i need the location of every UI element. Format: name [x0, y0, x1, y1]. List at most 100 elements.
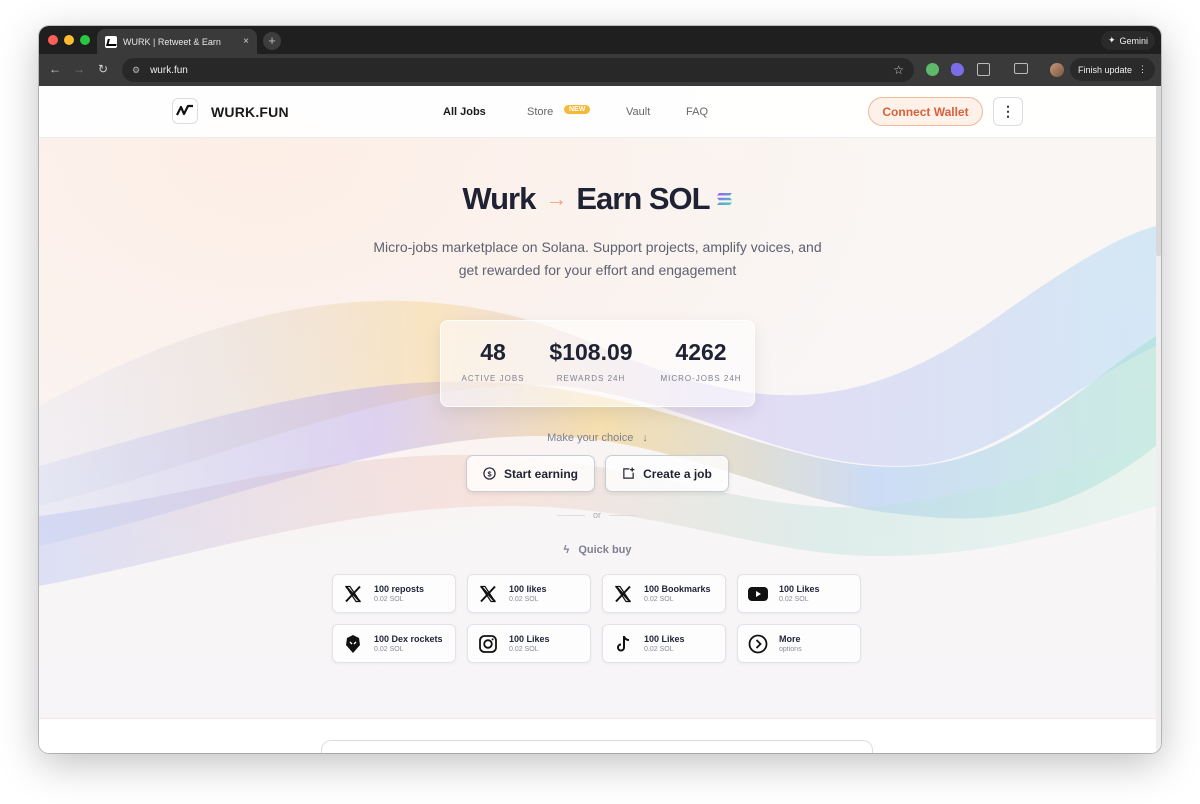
- hero-title-right: Earn SOL: [576, 181, 710, 216]
- quick-buy-x-likes[interactable]: 100 likes 0.02 SOL: [467, 574, 591, 613]
- quick-buy-title: 100 Likes: [644, 634, 685, 644]
- quick-buy-price: 0.02 SOL: [779, 596, 809, 603]
- extension-purple-icon[interactable]: [951, 63, 964, 76]
- stat-value: 48: [480, 339, 506, 365]
- gemini-label: Gemini: [1119, 35, 1148, 46]
- stat-micro-jobs-24h: 4262 MICRO-JOBS 24H: [651, 339, 751, 383]
- x-icon: [613, 584, 633, 604]
- stat-value: 4262: [675, 339, 727, 365]
- finish-update-button[interactable]: Finish update ⋮: [1069, 58, 1155, 81]
- quick-buy-price: 0.02 SOL: [509, 596, 539, 603]
- stat-label: MICRO-JOBS 24H: [660, 374, 742, 383]
- quick-buy-tiktok-likes[interactable]: 100 Likes 0.02 SOL: [602, 624, 726, 663]
- stats-card: 48 ACTIVE JOBS $108.09 REWARDS 24H 4262 …: [440, 320, 755, 407]
- nav-store[interactable]: Store: [527, 106, 553, 118]
- connect-wallet-button[interactable]: Connect Wallet: [868, 97, 983, 126]
- gemini-button[interactable]: ✦ Gemini: [1100, 31, 1155, 50]
- arrow-right-icon: →: [545, 186, 567, 211]
- x-icon: [343, 584, 363, 604]
- extension-green-icon[interactable]: [926, 63, 939, 76]
- make-choice-label: Make your choice: [547, 432, 634, 444]
- hero-title-left: Wurk: [462, 181, 536, 216]
- bookmark-star-icon[interactable]: ☆: [893, 63, 904, 77]
- youtube-icon: [748, 584, 768, 604]
- lightning-icon: ϟ: [563, 544, 570, 556]
- side-panel-icon[interactable]: [1014, 63, 1028, 74]
- close-window-button[interactable]: [48, 35, 58, 45]
- logo-text[interactable]: WURK.FUN: [211, 104, 289, 120]
- tab-title: WURK | Retweet & Earn: [123, 36, 221, 47]
- new-badge: NEW: [564, 105, 591, 114]
- sparkle-icon: ✦: [1107, 35, 1116, 45]
- stat-active-jobs: 48 ACTIVE JOBS: [453, 339, 533, 383]
- quick-buy-title: 100 reposts: [374, 584, 425, 594]
- minimize-window-button[interactable]: [64, 35, 74, 45]
- or-divider: or: [557, 510, 638, 520]
- browser-toolbar: ← → ↻ ⚙ wurk.fun ☆ Finish update ⋮: [39, 54, 1161, 86]
- quick-buy-title: 100 Bookmarks: [644, 584, 711, 594]
- lower-card: [321, 740, 873, 753]
- tiktok-icon: [613, 634, 633, 654]
- extensions-puzzle-icon[interactable]: [977, 63, 990, 76]
- quick-buy-title: 100 likes: [509, 584, 547, 594]
- url-text: wurk.fun: [150, 64, 188, 76]
- scrollbar-thumb[interactable]: [1156, 86, 1161, 256]
- quick-buy-youtube-likes[interactable]: 100 Likes 0.02 SOL: [737, 574, 861, 613]
- maximize-window-button[interactable]: [80, 35, 90, 45]
- create-job-button[interactable]: Create a job: [605, 455, 729, 492]
- quick-buy-dex-rockets[interactable]: 100 Dex rockets 0.02 SOL: [332, 624, 456, 663]
- chevron-right-circle-icon: [748, 634, 768, 654]
- quick-buy-price: 0.02 SOL: [509, 646, 539, 653]
- more-menu-button[interactable]: ⋮: [993, 97, 1023, 126]
- quick-buy-title: 100 Dex rockets: [374, 634, 443, 644]
- nav-all-jobs[interactable]: All Jobs: [443, 106, 486, 118]
- quick-buy-price: 0.02 SOL: [374, 596, 404, 603]
- make-choice-prompt: Make your choice ↓: [39, 432, 1156, 444]
- quick-buy-price: 0.02 SOL: [644, 596, 674, 603]
- x-icon: [478, 584, 498, 604]
- quick-buy-x-bookmarks[interactable]: 100 Bookmarks 0.02 SOL: [602, 574, 726, 613]
- address-bar[interactable]: ⚙ wurk.fun ☆: [122, 58, 914, 82]
- profile-avatar[interactable]: [1050, 63, 1064, 77]
- quick-buy-heading: ϟ Quick buy: [39, 544, 1156, 556]
- nav-vault[interactable]: Vault: [626, 106, 650, 118]
- stat-value: $108.09: [549, 339, 633, 365]
- stat-label: REWARDS 24H: [556, 374, 626, 383]
- tab-strip: WURK | Retweet & Earn × + ✦ Gemini: [39, 26, 1161, 54]
- svg-text:$: $: [487, 469, 492, 478]
- quick-buy-x-reposts[interactable]: 100 reposts 0.02 SOL: [332, 574, 456, 613]
- finish-update-label: Finish update: [1077, 64, 1132, 75]
- quick-buy-price: 0.02 SOL: [644, 646, 674, 653]
- wurk-logo-icon[interactable]: [172, 98, 198, 124]
- solana-icon: [716, 193, 732, 205]
- browser-tab[interactable]: WURK | Retweet & Earn ×: [97, 29, 257, 54]
- site-info-icon[interactable]: ⚙: [132, 65, 140, 76]
- wurk-favicon-icon: [105, 35, 117, 48]
- quick-buy-instagram-likes[interactable]: 100 Likes 0.02 SOL: [467, 624, 591, 663]
- hero-subtitle: Micro-jobs marketplace on Solana. Suppor…: [373, 239, 822, 278]
- quick-buy-price: options: [779, 646, 802, 653]
- more-vertical-icon: ⋮: [1138, 64, 1147, 74]
- or-label: or: [593, 510, 602, 520]
- start-earning-label: Start earning: [503, 466, 578, 481]
- quick-buy-more-options[interactable]: More options: [737, 624, 861, 663]
- dex-icon: [343, 634, 363, 654]
- start-earning-button[interactable]: $ Start earning: [466, 455, 595, 492]
- hero-title: Wurk → Earn SOL: [39, 181, 1156, 217]
- site-header: WURK.FUN All Jobs Store NEW Vault FAQ Co…: [39, 86, 1156, 138]
- browser-window: WURK | Retweet & Earn × + ✦ Gemini ← → ↻…: [39, 26, 1161, 753]
- quick-buy-title: 100 Likes: [779, 584, 820, 594]
- instagram-icon: [478, 634, 498, 654]
- dollar-circle-icon: $: [483, 467, 496, 480]
- forward-icon[interactable]: →: [71, 62, 87, 76]
- new-tab-button[interactable]: +: [263, 32, 281, 50]
- quick-buy-label: Quick buy: [578, 544, 632, 556]
- tab-close-icon[interactable]: ×: [243, 36, 249, 47]
- add-square-icon: [623, 467, 635, 479]
- divider-line: [609, 514, 638, 516]
- page-scrollbar[interactable]: [1156, 86, 1161, 753]
- nav-faq[interactable]: FAQ: [686, 106, 708, 118]
- back-icon[interactable]: ←: [47, 62, 63, 76]
- reload-icon[interactable]: ↻: [95, 62, 111, 76]
- quick-buy-price: 0.02 SOL: [374, 646, 404, 653]
